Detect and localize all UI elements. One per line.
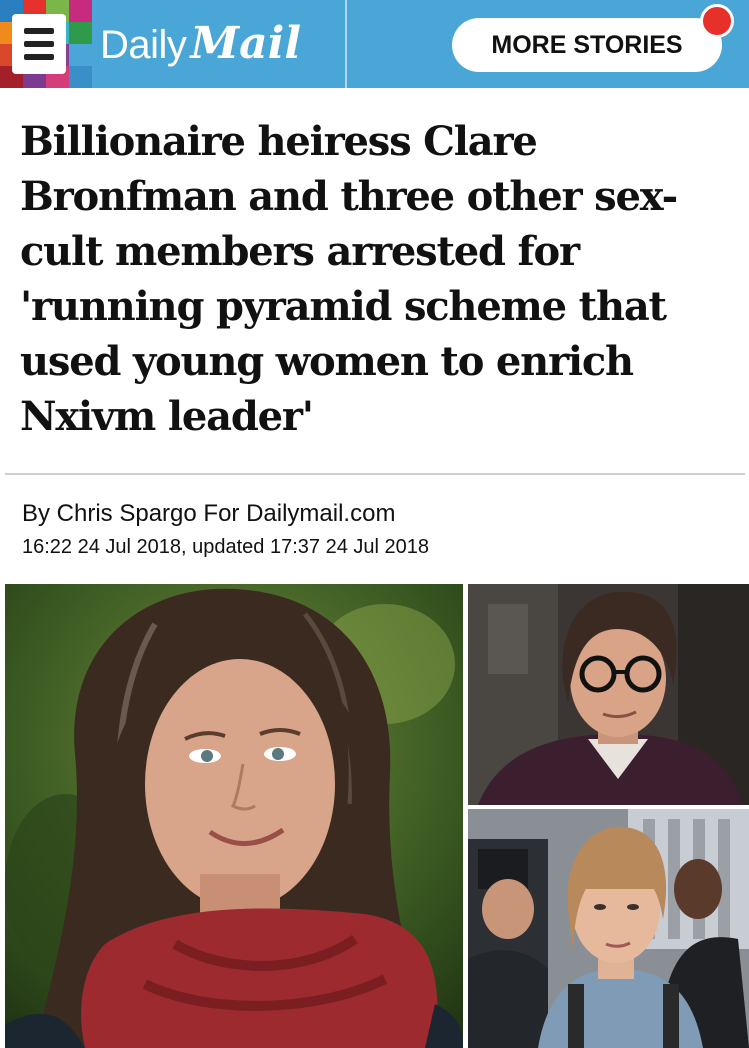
logo-daily-text: Daily	[100, 23, 187, 67]
headline-line: 'running pyramid scheme that	[20, 283, 667, 330]
headline-line: cult members arrested for	[20, 228, 580, 275]
headline-line: Bronfman and three other sex-	[20, 173, 678, 220]
site-header: DailyMail MORE STORIES	[0, 0, 749, 88]
main-article-image[interactable]	[5, 584, 463, 1048]
headline-line: used young women to enrich	[20, 338, 634, 385]
headline-divider	[5, 473, 745, 475]
header-divider	[345, 0, 347, 88]
logo-mail-text: Mail	[190, 18, 302, 69]
inset-image-woman-crowd[interactable]	[468, 809, 749, 1048]
more-stories-button[interactable]: MORE STORIES	[452, 18, 722, 72]
notification-dot-icon	[700, 4, 734, 38]
headline-line: Nxivm leader'	[20, 393, 314, 440]
article-byline: By Chris Spargo For Dailymail.com	[22, 500, 396, 527]
daily-mail-logo[interactable]: DailyMail	[100, 14, 301, 74]
headline-line: Billionaire heiress Clare	[20, 118, 538, 165]
hamburger-menu-icon[interactable]	[12, 14, 66, 74]
article-dateline: 16:22 24 Jul 2018, updated 17:37 24 Jul …	[22, 536, 430, 558]
article-headline: Billionaire heiress Clare Bronfman and t…	[20, 114, 720, 444]
inset-image-man[interactable]	[468, 584, 749, 805]
